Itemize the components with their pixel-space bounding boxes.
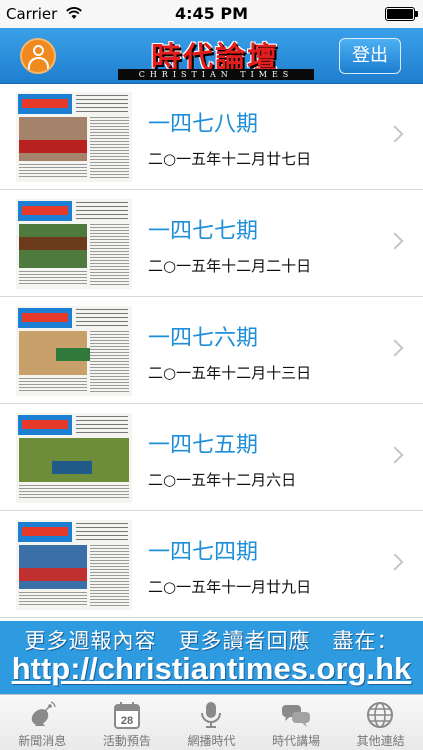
chevron-right-icon [386, 125, 404, 143]
issue-date: 二○一五年十一月廿九日 [148, 578, 312, 596]
issue-thumbnail [16, 199, 132, 289]
chat-bubbles-icon [281, 705, 310, 727]
tab-label: 活動預告 [102, 734, 151, 748]
calendar-icon: 28 [113, 702, 140, 729]
logo-english: CHRISTIAN TIMES [118, 69, 314, 80]
issue-date: 二○一五年十二月六日 [148, 471, 297, 489]
logout-button[interactable]: 登出 [339, 38, 401, 74]
status-bar: Carrier 4:45 PM [0, 0, 423, 28]
tab-label: 其他連結 [356, 734, 405, 748]
tab-webcast[interactable]: 網播時代 [169, 695, 254, 750]
issue-title: 一四七六期 [148, 326, 259, 351]
chevron-right-icon [386, 232, 404, 250]
microphone-icon [201, 702, 222, 728]
tab-forum[interactable]: 時代講場 [254, 695, 339, 750]
issue-thumbnail [16, 306, 132, 396]
issue-title: 一四七七期 [148, 219, 259, 244]
issue-thumbnail [16, 520, 132, 610]
profile-button[interactable] [20, 38, 56, 74]
battery-icon [385, 7, 418, 21]
issue-row[interactable]: 一四七六期 二○一五年十二月十三日 [0, 298, 423, 404]
issue-date: 二○一五年十二月廿七日 [148, 150, 312, 168]
issue-row[interactable]: 一四七四期 二○一五年十一月廿九日 [0, 512, 423, 618]
clock: 4:45 PM [174, 4, 248, 23]
tab-label: 網播時代 [187, 734, 236, 748]
app-header: 時代論壇 CHRISTIAN TIMES 登出 [0, 28, 423, 84]
tab-bar: 新聞消息 28 活動預告 網播時代 時代講場 其他連結 [0, 694, 423, 750]
chevron-right-icon [386, 339, 404, 357]
issue-date: 二○一五年十二月十三日 [148, 364, 312, 382]
website-link[interactable]: http://christiantimes.org.hk [0, 651, 423, 687]
logo: 時代論壇 CHRISTIAN TIMES [110, 33, 320, 81]
issue-row[interactable]: 一四七七期 二○一五年十二月二十日 [0, 191, 423, 297]
calendar-day: 28 [120, 715, 132, 727]
issue-thumbnail [16, 413, 132, 503]
tab-label: 時代講場 [272, 734, 321, 748]
issue-row[interactable]: 一四七八期 二○一五年十二月廿七日 [0, 84, 423, 190]
user-icon [33, 45, 44, 56]
issue-row[interactable]: 一四七五期 二○一五年十二月六日 [0, 405, 423, 511]
tab-label: 新聞消息 [18, 734, 67, 748]
globe-icon [367, 702, 394, 728]
issue-date: 二○一五年十二月二十日 [148, 257, 312, 275]
chevron-right-icon [386, 446, 404, 464]
tab-events[interactable]: 28 活動預告 [85, 695, 170, 750]
issue-title: 一四七四期 [148, 540, 259, 565]
website-banner[interactable]: 更多週報內容 更多讀者回應 盡在： http://christiantimes.… [0, 621, 423, 694]
satellite-dish-icon [31, 701, 56, 726]
user-icon-body [28, 57, 49, 71]
tab-news[interactable]: 新聞消息 [0, 695, 85, 750]
issue-list: 一四七八期 二○一五年十二月廿七日 一四七七期 二○一五年十二月二十日 一四七六… [0, 84, 423, 621]
chevron-right-icon [386, 553, 404, 571]
issue-thumbnail [16, 92, 132, 182]
tab-links[interactable]: 其他連結 [338, 695, 423, 750]
issue-title: 一四七五期 [148, 433, 259, 458]
issue-title: 一四七八期 [148, 112, 259, 137]
